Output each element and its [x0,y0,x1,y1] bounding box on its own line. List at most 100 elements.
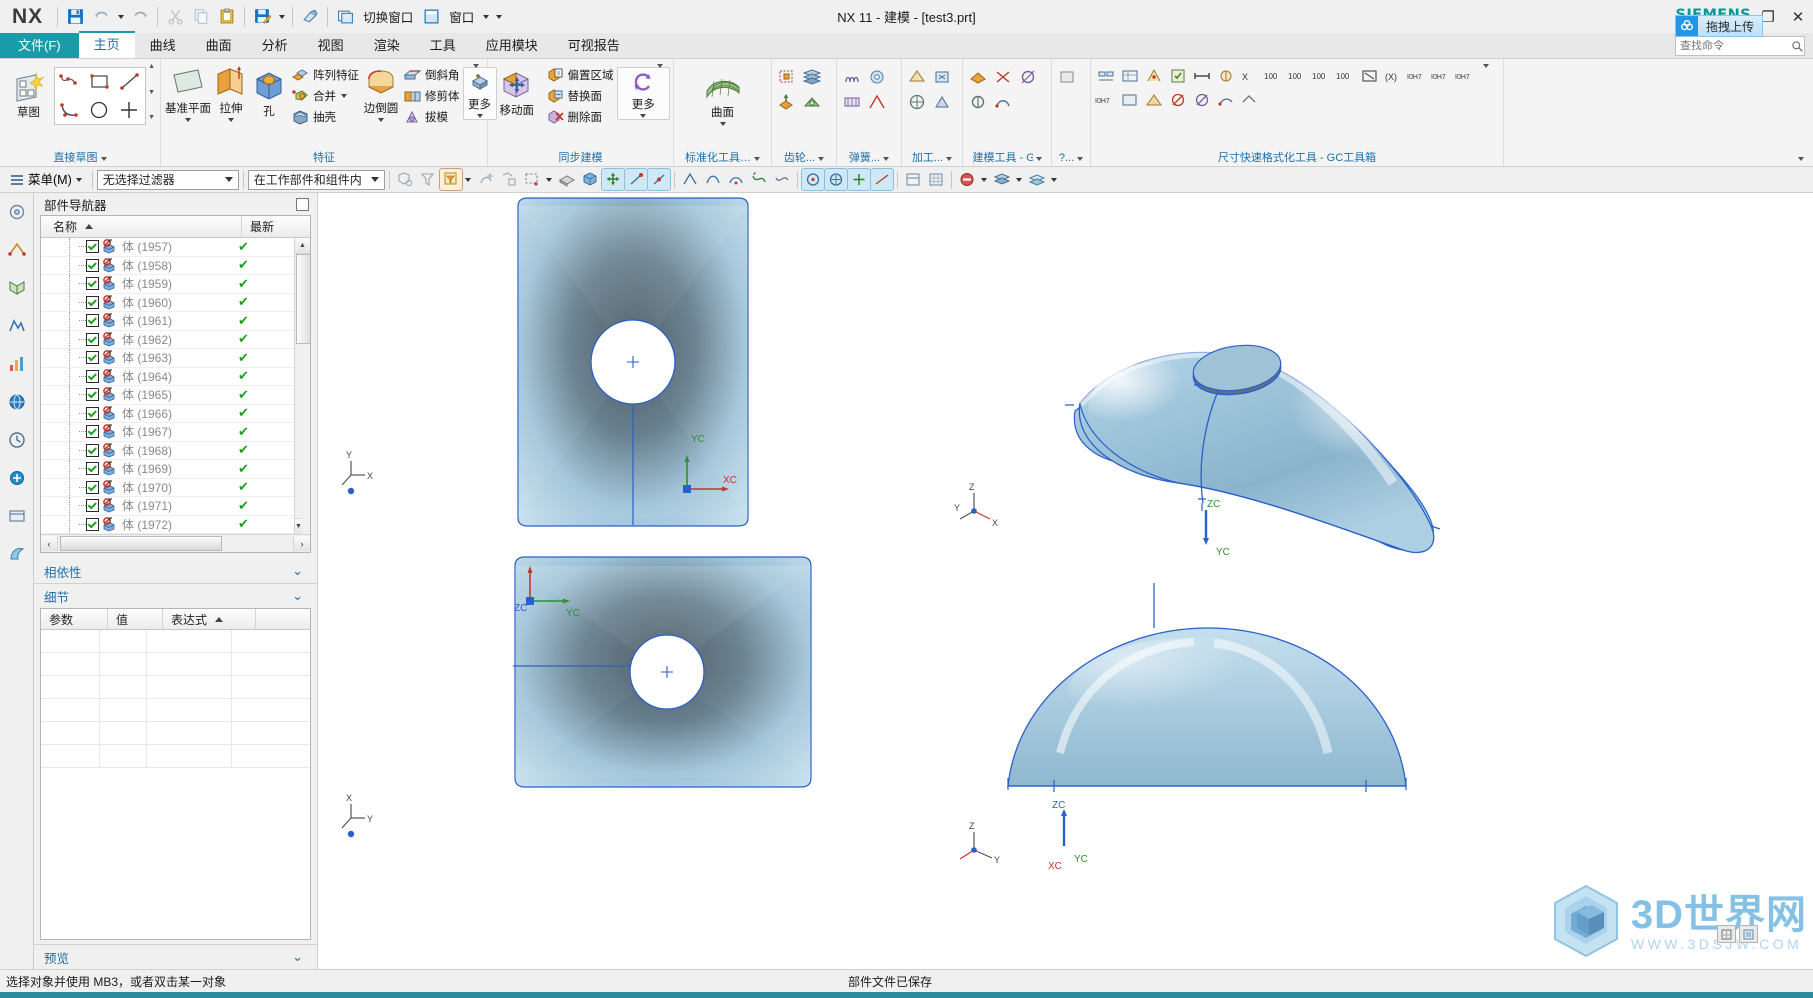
misc-tool-icon[interactable] [1055,65,1079,89]
hd3d-tools-icon[interactable] [4,351,30,377]
hole-button[interactable]: 孔 [250,66,288,121]
close-button[interactable]: ✕ [1783,2,1813,32]
chevron-down-icon[interactable] [370,177,379,182]
column-header-latest[interactable]: 最新 [242,218,310,235]
row-checkbox[interactable] [86,258,99,272]
gc-tool-8-icon[interactable]: 100 [1262,64,1286,88]
redo-icon[interactable] [127,4,153,30]
viewport-canvas[interactable]: YC XC Y X ZC YC X Y ZC YC Z Y X ZC YC XC… [318,193,1813,969]
extrude-button[interactable]: 拉伸 [212,63,250,124]
datum-plane-button[interactable]: 基准平面 [164,63,212,124]
group-label-synchronous-modeling[interactable]: 同步建模 [489,64,672,166]
row-checkbox[interactable] [86,332,99,346]
table-row[interactable]: 体 (1958) ✔ [41,256,310,275]
table-row[interactable]: 体 (1963) ✔ [41,349,310,368]
window-icon[interactable] [418,4,444,30]
sketch-curve-gallery[interactable] [54,67,147,125]
unite-caret[interactable] [341,93,347,98]
line-icon[interactable] [118,70,142,94]
group-label-misc[interactable]: ?... [1053,151,1089,166]
gc-tool-16-icon[interactable]: I0H7 [1454,64,1478,88]
table-row[interactable]: 体 (1962) ✔ [41,330,310,349]
save-as-icon[interactable] [249,4,275,30]
details-column-parameter[interactable]: 参数 [41,609,108,629]
paste-icon[interactable] [214,4,240,30]
table-row[interactable] [41,653,310,676]
tab-render[interactable]: 渲染 [359,33,415,58]
row-checkbox[interactable] [86,480,99,494]
gc-tool-12-icon[interactable] [1358,64,1382,88]
menu-caret[interactable] [75,177,82,182]
gc-tool-7-icon[interactable]: X [1238,64,1262,88]
line-point-icon[interactable] [646,168,671,191]
part-navigator-icon[interactable] [4,275,30,301]
constraint-navigator-icon[interactable] [4,237,30,263]
gc-tool-13-icon[interactable]: (X) [1382,64,1406,88]
gear-tool-2-icon[interactable] [800,65,824,89]
graphics-viewport[interactable]: YC XC Y X ZC YC X Y ZC YC Z Y X ZC YC XC… [318,193,1813,969]
undo-icon[interactable] [88,4,114,30]
gc-tool-5-icon[interactable] [1190,64,1214,88]
details-column-value[interactable]: 值 [108,609,163,629]
draft-button[interactable]: 拔模 [400,106,463,127]
datum-plane-caret[interactable] [185,118,191,122]
dependencies-section-header[interactable]: 相依性 ⌄ [34,559,317,584]
gc-tool-10-icon[interactable]: 100 [1310,64,1334,88]
view-box-icon[interactable] [902,169,924,190]
pattern-feature-button[interactable]: 阵列特征 [288,64,362,85]
spline2-icon[interactable] [771,169,793,190]
table-row[interactable]: 体 (1969) ✔ [41,460,310,479]
gallery-scroll[interactable]: ▲ ▼ ▼ [146,63,157,121]
gc-tool-3-icon[interactable] [1142,64,1166,88]
group-label-direct-sketch[interactable]: 直接草图 [1,151,159,166]
hscroll-thumb[interactable] [60,536,222,551]
gc-tool-19-icon[interactable] [1142,88,1166,112]
details-column-expression[interactable]: 表达式 [163,609,256,629]
select-curve-icon[interactable] [498,169,520,190]
chevron-down-icon[interactable] [818,156,825,161]
selection-filter-combo[interactable]: 无选择过滤器 [96,169,239,190]
chevron-down-icon[interactable] [100,156,107,161]
search-input[interactable] [1676,37,1790,55]
rect-select-icon[interactable] [521,169,543,190]
table-row[interactable] [41,630,310,653]
chamfer-button[interactable]: 倒斜角 [400,64,463,85]
row-checkbox[interactable] [86,425,99,439]
row-checkbox[interactable] [86,314,99,328]
gc-tool-1-icon[interactable] [1094,64,1118,88]
table-row[interactable]: 体 (1968) ✔ [41,441,310,460]
modeling-tool-5-icon[interactable] [991,90,1015,114]
scroll-thumb[interactable] [296,254,310,344]
gc-tool-17-icon[interactable]: I0H7 [1094,88,1118,112]
tab-file[interactable]: 文件(F) [0,33,79,58]
grid-icon[interactable] [925,169,947,190]
cut-icon[interactable] [162,4,188,30]
gc-tool-6-icon[interactable] [1214,64,1238,88]
arc-select-icon[interactable] [725,169,747,190]
group-label-modeling-tools[interactable]: 建模工具 - G... [964,151,1050,166]
group-label-standard-tools[interactable]: 标准化工具 - G... [675,151,770,166]
row-checkbox[interactable] [86,462,99,476]
details-section-header[interactable]: 细节 ⌄ [34,584,317,608]
gc-tool-23-icon[interactable] [1238,88,1262,112]
gc-tool-9-icon[interactable]: 100 [1286,64,1310,88]
table-row[interactable]: 体 (1972) ✔ [41,515,310,534]
scroll-up-icon[interactable]: ▲ [295,238,310,254]
sync-more-caret[interactable] [640,114,647,118]
circle-icon[interactable] [88,98,112,122]
chevron-down-icon[interactable] [946,156,953,161]
surface-caret[interactable] [719,122,726,126]
table-row[interactable]: 体 (1957) ✔ [41,238,310,257]
solid-select-icon[interactable] [579,169,601,190]
unite-button[interactable]: 合并 [288,85,362,106]
layer-visible-icon[interactable] [1026,169,1048,190]
point-icon[interactable] [118,98,142,122]
details-table-rows[interactable] [41,630,310,939]
gallery-up-icon[interactable]: ▲ [148,63,155,70]
preview-section-header[interactable]: 预览 ⌄ [34,944,317,969]
gallery-expand-icon[interactable]: ▼ [148,114,155,121]
select-feature-icon[interactable] [438,168,463,191]
spring-tool-1-icon[interactable] [840,65,864,89]
machining-tool-1-icon[interactable] [905,65,929,89]
search-box[interactable] [1675,36,1805,56]
